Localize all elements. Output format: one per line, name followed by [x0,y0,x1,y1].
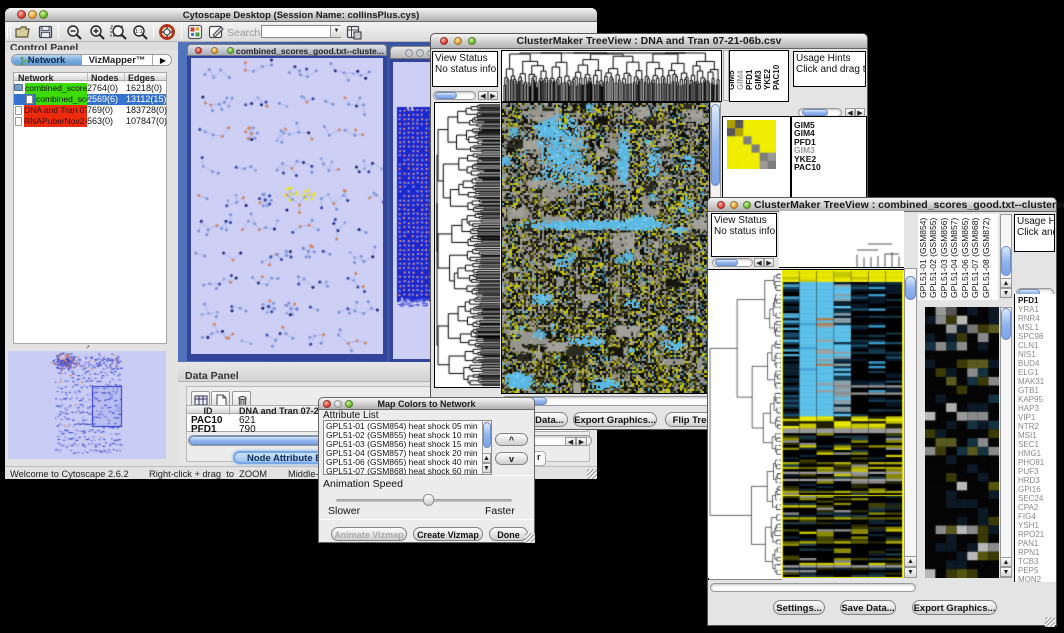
svg-text:1:1: 1:1 [135,29,143,35]
